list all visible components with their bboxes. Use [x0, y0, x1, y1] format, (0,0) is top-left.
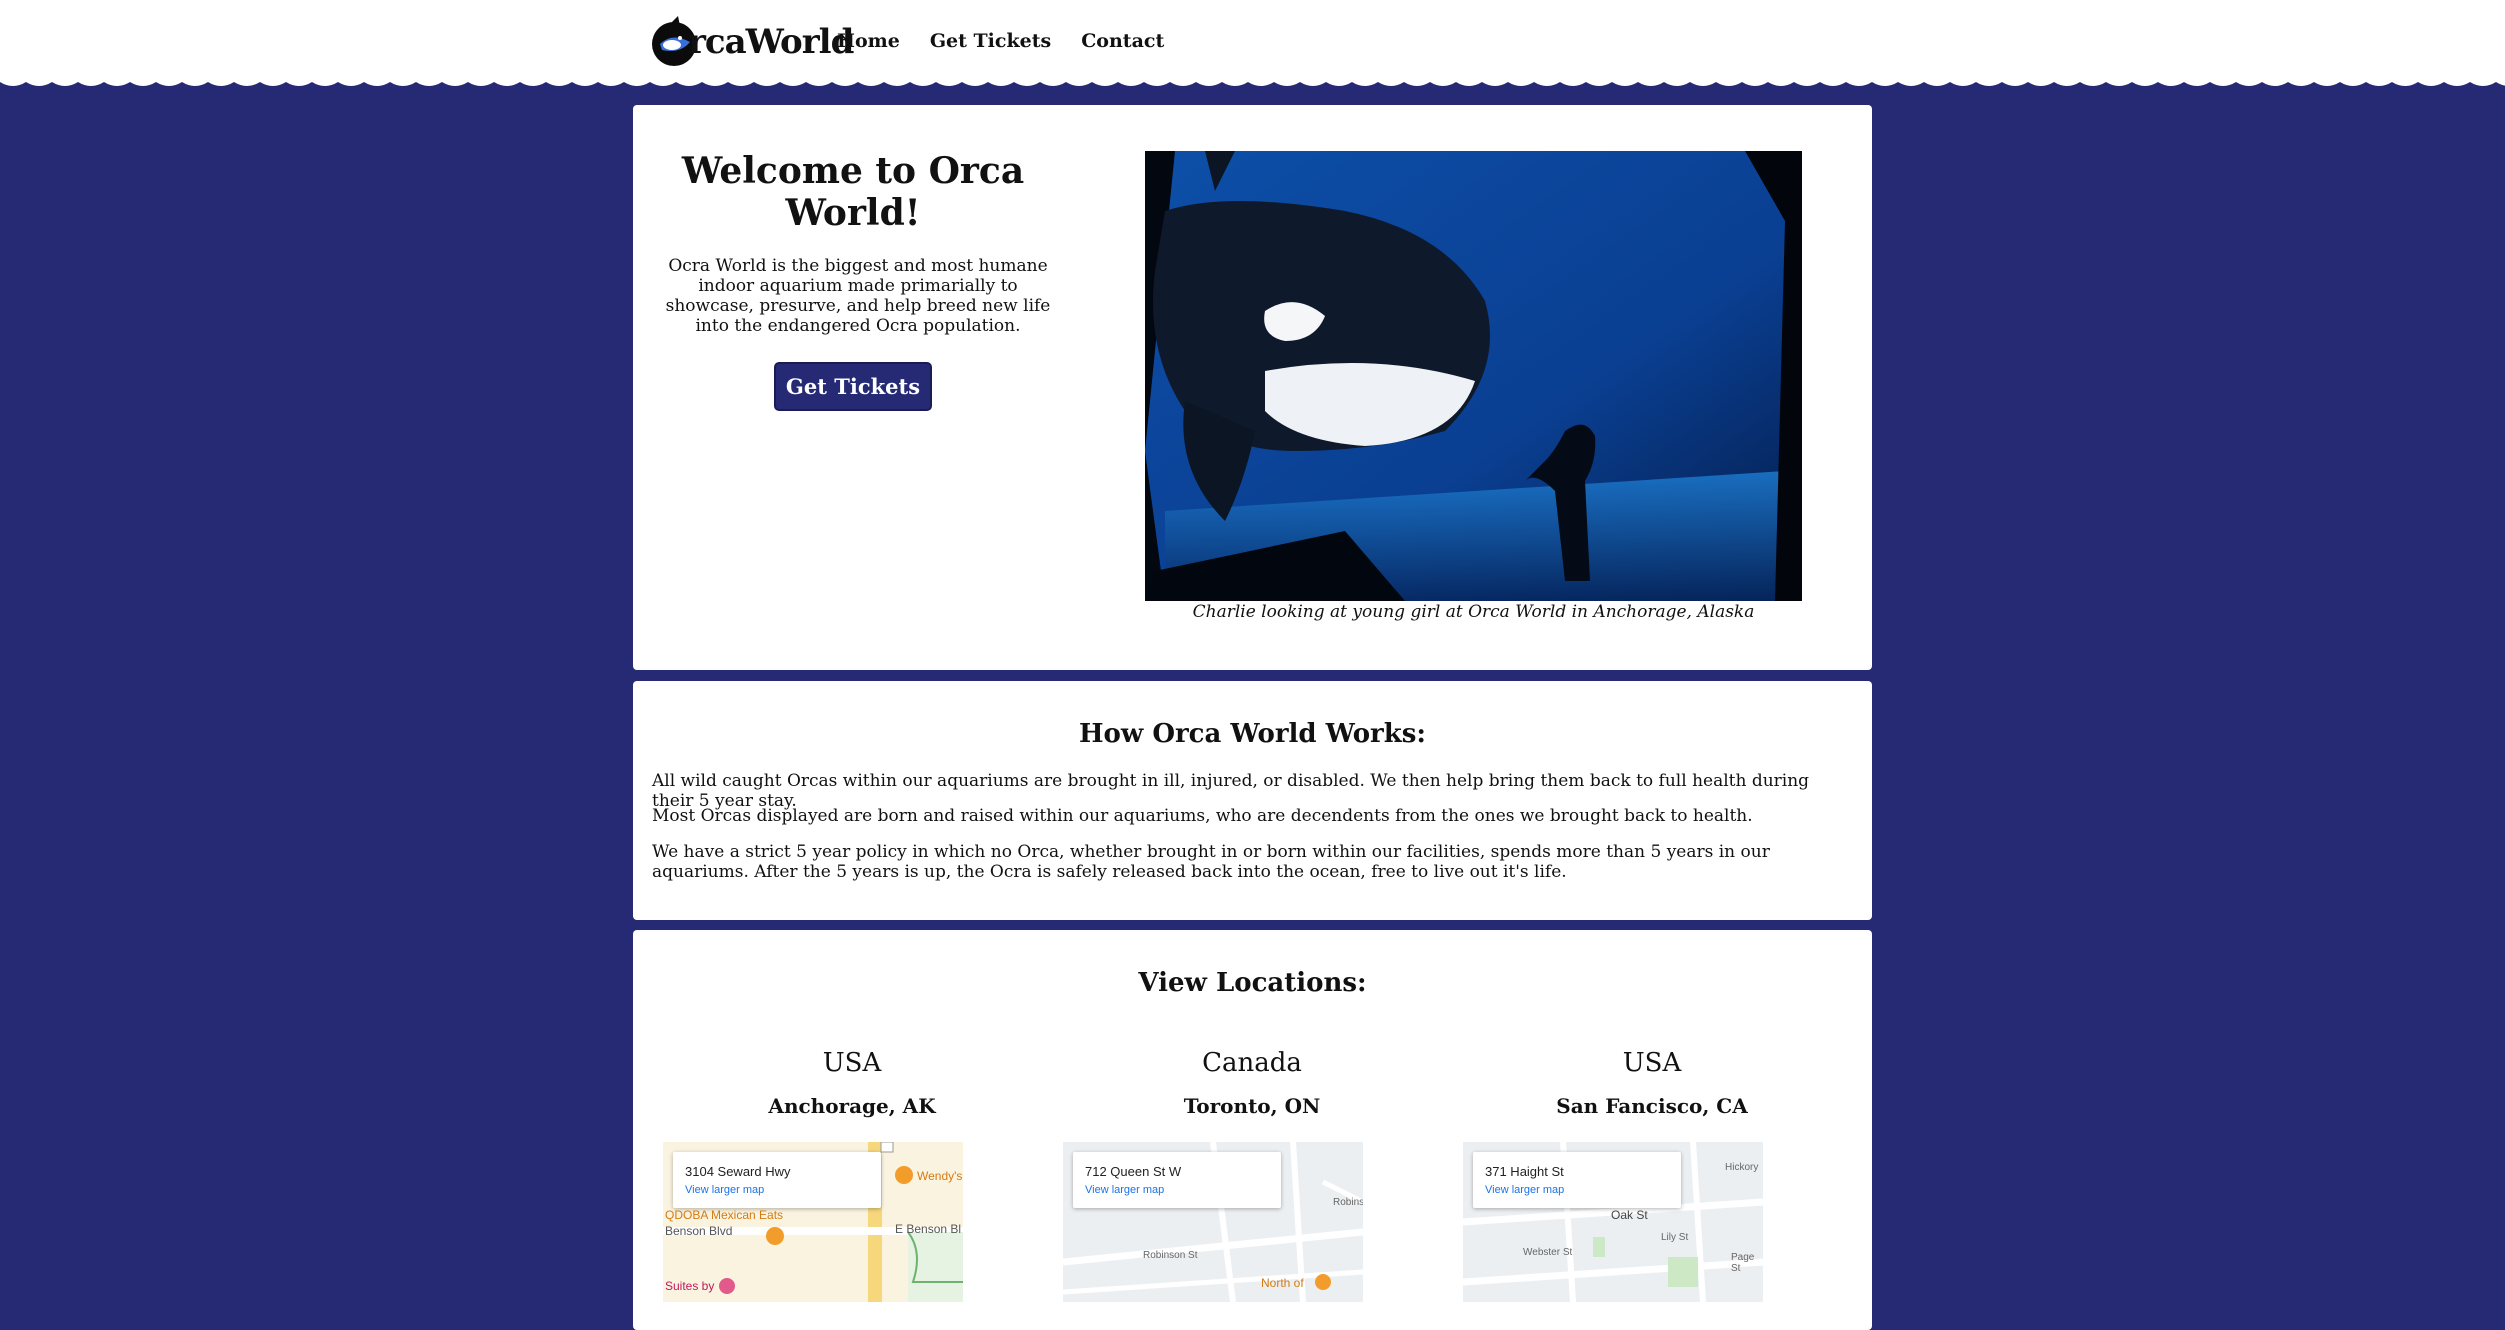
hero-section: Welcome to Orca World! Ocra World is the… [633, 105, 1872, 670]
map-toronto[interactable]: 712 Queen St W View larger map Robinson … [1063, 1142, 1363, 1302]
nav-get-tickets-link[interactable]: Get Tickets [930, 30, 1051, 52]
map-address: 3104 Seward Hwy [685, 1164, 791, 1179]
map-label: E Benson Bl [895, 1222, 962, 1236]
location-country: Canada [1202, 1048, 1302, 1078]
map-san-francisco[interactable]: 371 Haight St View larger map Hickory Oa… [1463, 1142, 1763, 1302]
map-info-card: 3104 Seward Hwy View larger map [673, 1152, 881, 1208]
map-label: QDOBA Mexican Eats [665, 1208, 784, 1222]
photo-caption: Charlie looking at young girl at Orca Wo… [1192, 602, 1755, 622]
hero-title: Welcome to Orca World! [681, 150, 1025, 234]
map-address: 371 Haight St [1485, 1164, 1564, 1179]
view-larger-map-link[interactable]: View larger map [1085, 1184, 1164, 1196]
location-country: USA [822, 1048, 882, 1078]
works-title: How Orca World Works: [1078, 719, 1426, 749]
location-country: USA [1622, 1048, 1682, 1078]
locations-section: View Locations: USA Anchorage, AK 3104 S… [633, 930, 1872, 1330]
map-label: Page St [1731, 1252, 1755, 1274]
map-address: 712 Queen St W [1085, 1164, 1182, 1179]
nav-contact-link[interactable]: Contact [1081, 30, 1164, 52]
works-paragraph-1: All wild caught Orcas within our aquariu… [652, 771, 1810, 811]
map-info-card: 371 Haight St View larger map [1473, 1152, 1681, 1208]
location-city: Toronto, ON [1183, 1094, 1321, 1118]
main-nav: Home Get Tickets Contact [837, 30, 1164, 52]
logo[interactable]: rcaWorld [650, 14, 854, 70]
view-larger-map-link[interactable]: View larger map [685, 1184, 764, 1196]
location-san-francisco: USA San Fancisco, CA [1502, 1048, 1802, 1118]
map-label: Oak St [1611, 1208, 1648, 1222]
map-label: Hickory [1725, 1162, 1759, 1173]
get-tickets-button[interactable]: Get Tickets [773, 362, 933, 411]
hero-photo [1145, 151, 1802, 601]
map-label: Webster St [1523, 1247, 1573, 1258]
map-label: Robinso [1333, 1197, 1363, 1208]
how-it-works-section: How Orca World Works: All wild caught Or… [633, 681, 1872, 920]
hero-description: Ocra World is the biggest and most human… [665, 256, 1051, 336]
locations-title: View Locations: [1138, 968, 1367, 998]
nav-home-link[interactable]: Home [837, 30, 900, 52]
header-wave [0, 76, 2505, 86]
location-toronto: Canada Toronto, ON [1102, 1048, 1402, 1118]
map-info-card: 712 Queen St W View larger map [1073, 1152, 1281, 1208]
map-label: Robinson St [1143, 1250, 1198, 1261]
map-label: Benson Blvd [665, 1224, 733, 1238]
map-label: North of [1261, 1276, 1304, 1290]
site-header [0, 0, 2505, 80]
map-anchorage[interactable]: 3104 Seward Hwy View larger map Wendy's … [663, 1142, 963, 1302]
hero-intro: Welcome to Orca World! Ocra World is the… [653, 150, 1053, 411]
view-larger-map-link[interactable]: View larger map [1485, 1184, 1564, 1196]
location-city: San Fancisco, CA [1556, 1094, 1748, 1118]
works-paragraph-3: We have a strict 5 year policy in which … [652, 842, 1770, 882]
brand-name: rcaWorld [688, 22, 854, 62]
location-city: Anchorage, AK [768, 1094, 936, 1118]
location-anchorage: USA Anchorage, AK [702, 1048, 1002, 1118]
map-label: Lily St [1661, 1232, 1689, 1243]
works-paragraph-2: Most Orcas displayed are born and raised… [652, 806, 1753, 826]
map-label: Wendy's [917, 1169, 963, 1183]
